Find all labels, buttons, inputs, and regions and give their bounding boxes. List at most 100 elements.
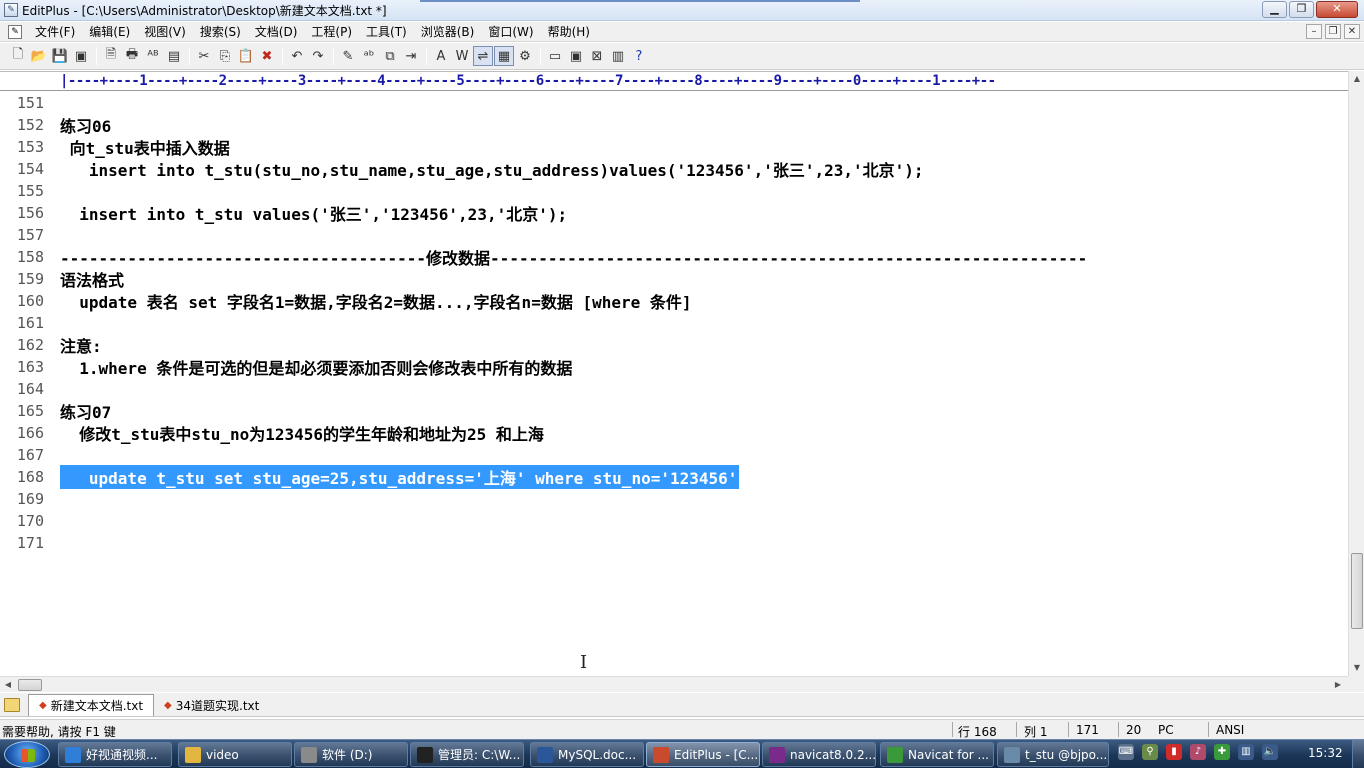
editor-line[interactable]: 154 insert into t_stu(stu_no,stu_name,st… <box>0 158 1348 180</box>
find-icon[interactable]: ✎ <box>338 46 358 66</box>
maximize-button[interactable]: ❐ <box>1289 1 1314 18</box>
editor-line[interactable]: 153 向t_stu表中插入数据 <box>0 136 1348 158</box>
spell-check-icon[interactable]: ᴬᴮ <box>143 46 163 66</box>
editplus-icon: ✎ <box>4 3 18 17</box>
status-separator <box>1068 722 1069 737</box>
vertical-scrollbar[interactable]: ▲ ▼ <box>1348 71 1364 676</box>
editor-line[interactable]: 171 <box>0 532 1348 554</box>
undo-icon[interactable]: ↶ <box>287 46 307 66</box>
html-toolbar-icon[interactable]: ⊠ <box>587 46 607 66</box>
clock[interactable]: 15:32 <box>1308 746 1343 760</box>
taskbar-item[interactable]: 好视通视频... <box>58 742 172 767</box>
copy-icon[interactable]: ⎘ <box>215 46 235 66</box>
indent-guide-icon[interactable]: ⇌ <box>473 46 493 66</box>
taskbar-item[interactable]: video <box>178 742 292 767</box>
document-icon[interactable]: ▤ <box>164 46 184 66</box>
editor-area[interactable]: 151 152 练习06 153 向t_stu表中插入数据 154 insert int… <box>0 92 1348 676</box>
find-in-files-icon[interactable]: ⧉ <box>380 46 400 66</box>
font-icon[interactable]: A <box>431 46 451 66</box>
recording-icon[interactable]: ▮ <box>1166 744 1182 760</box>
close-button[interactable]: ✕ <box>1316 1 1358 18</box>
replace-icon[interactable]: ᵃᵇ <box>359 46 379 66</box>
editor-line[interactable]: 165 练习07 <box>0 400 1348 422</box>
word-wrap-icon[interactable]: W <box>452 46 472 66</box>
settings-icon[interactable]: ⚙ <box>515 46 535 66</box>
show-desktop-button[interactable] <box>1352 740 1364 768</box>
print-preview-icon[interactable]: 🗎 <box>101 46 121 66</box>
editor-line[interactable]: 152 练习06 <box>0 114 1348 136</box>
taskbar-item[interactable]: navicat8.0.2... <box>762 742 876 767</box>
open-folder-icon[interactable]: 📂 <box>29 46 49 66</box>
menu-edit[interactable]: 编辑(E) <box>82 23 137 40</box>
editor-line[interactable]: 169 <box>0 488 1348 510</box>
ftp-icon[interactable]: ▣ <box>566 46 586 66</box>
menu-search[interactable]: 搜索(S) <box>193 23 248 40</box>
menu-tools[interactable]: 工具(T) <box>359 23 414 40</box>
editor-line[interactable]: 159 语法格式 <box>0 268 1348 290</box>
help-icon[interactable]: ? <box>629 46 649 66</box>
folder-icon[interactable] <box>4 698 20 712</box>
doc-minimize-button[interactable]: – <box>1306 24 1322 39</box>
doc-close-button[interactable]: ✕ <box>1344 24 1360 39</box>
editor-line[interactable]: 155 <box>0 180 1348 202</box>
taskbar-item[interactable]: MySQL.doc... <box>530 742 644 767</box>
tab-new-text-document[interactable]: ◆ 新建文本文档.txt <box>28 694 155 716</box>
redo-icon[interactable]: ↷ <box>308 46 328 66</box>
editor-line[interactable]: 156 insert into t_stu values('张三','12345… <box>0 202 1348 224</box>
editor-line[interactable]: 163 1.where 条件是可选的但是却必须要添加否则会修改表中所有的数据 <box>0 356 1348 378</box>
cut-icon[interactable]: ✂ <box>194 46 214 66</box>
scroll-up-icon[interactable]: ▲ <box>1350 71 1364 87</box>
editor-line[interactable]: 158 -------------------------------------… <box>0 246 1348 268</box>
start-button[interactable] <box>4 741 50 768</box>
menu-document[interactable]: 文档(D) <box>248 23 305 40</box>
scroll-right-icon[interactable]: ▶ <box>1330 677 1346 693</box>
menu-view[interactable]: 视图(V) <box>137 23 193 40</box>
save-all-icon[interactable]: ▣ <box>71 46 91 66</box>
editor-line[interactable]: 162 注意: <box>0 334 1348 356</box>
taskbar-item[interactable]: 管理员: C:\W... <box>410 742 524 767</box>
menu-window[interactable]: 窗口(W) <box>481 23 540 40</box>
editor-line[interactable]: 157 <box>0 224 1348 246</box>
security-icon[interactable]: ✚ <box>1214 744 1230 760</box>
editor-line[interactable]: 164 <box>0 378 1348 400</box>
scroll-down-icon[interactable]: ▼ <box>1350 660 1364 676</box>
menu-file[interactable]: 文件(F) <box>28 23 82 40</box>
horizontal-scroll-thumb[interactable] <box>18 679 42 691</box>
editor-line[interactable]: 170 <box>0 510 1348 532</box>
browser-icon[interactable]: ▭ <box>545 46 565 66</box>
taskbar-item[interactable]: t_stu @bjpo... <box>997 742 1109 767</box>
menu-project[interactable]: 工程(P) <box>304 23 359 40</box>
network-icon[interactable]: ▥ <box>1238 744 1254 760</box>
scroll-left-icon[interactable]: ◀ <box>0 677 16 693</box>
delete-icon[interactable]: ✖ <box>257 46 277 66</box>
menu-browser[interactable]: 浏览器(B) <box>414 23 482 40</box>
doc-restore-button[interactable]: ❐ <box>1325 24 1341 39</box>
volume-icon[interactable]: 🔈 <box>1262 744 1278 760</box>
goto-line-icon[interactable]: ⇥ <box>401 46 421 66</box>
column-mode-icon[interactable]: ▦ <box>494 46 514 66</box>
taskbar-item[interactable]: EditPlus - [C... <box>646 742 760 767</box>
minimize-button[interactable]: ▁ <box>1262 1 1287 18</box>
taskbar-item[interactable]: 软件 (D:) <box>294 742 408 767</box>
editor-line-selected[interactable]: 168 update t_stu set stu_age=25,stu_addr… <box>0 465 1348 489</box>
editor-line[interactable]: 160 update 表名 set 字段名1=数据,字段名2=数据...,字段名… <box>0 290 1348 312</box>
tab-34-questions[interactable]: ◆ 34道题实现.txt <box>154 694 269 716</box>
print-icon[interactable]: 🖶 <box>122 46 142 66</box>
document-icon[interactable]: ✎ <box>8 24 22 39</box>
vertical-scroll-thumb[interactable] <box>1351 553 1363 629</box>
save-icon[interactable]: 💾 <box>50 46 70 66</box>
keyboard-icon[interactable]: ⌨ <box>1118 744 1134 760</box>
editor-line[interactable]: 161 <box>0 312 1348 334</box>
new-file-icon[interactable]: 🗋 <box>8 46 28 66</box>
editor-line[interactable]: 166 修改t_stu表中stu_no为123456的学生年龄和地址为25 和上… <box>0 422 1348 444</box>
horizontal-scrollbar[interactable]: ◀ ▶ <box>0 676 1348 692</box>
paste-icon[interactable]: 📋 <box>236 46 256 66</box>
editor-line[interactable]: 151 <box>0 92 1348 114</box>
audio-icon[interactable]: ♪ <box>1190 744 1206 760</box>
navicat-icon <box>887 746 903 763</box>
editor-line[interactable]: 167 <box>0 444 1348 466</box>
menu-help[interactable]: 帮助(H) <box>541 23 597 40</box>
taskbar-item[interactable]: Navicat for ... <box>880 742 994 767</box>
cliptext-icon[interactable]: ▥ <box>608 46 628 66</box>
network-tool-icon[interactable]: ⚲ <box>1142 744 1158 760</box>
